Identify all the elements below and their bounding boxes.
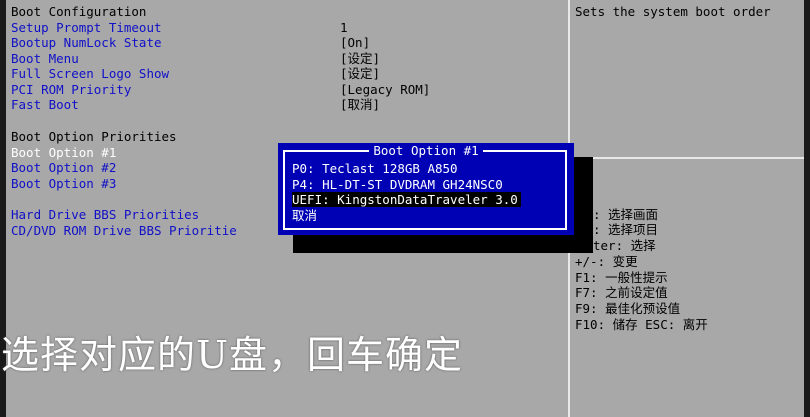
setting-value: [设定] xyxy=(340,66,381,81)
key-legend-item: F10: 储存 ESC: 离开 xyxy=(575,317,708,332)
setting-value: [设定] xyxy=(340,51,381,66)
setting-setup-prompt-timeout[interactable]: Setup Prompt Timeout xyxy=(11,20,162,35)
key-legend-item: : 选择画面 xyxy=(593,207,659,222)
popup-title: Boot Option #1 xyxy=(278,143,574,158)
popup-option-cancel[interactable]: 取消 xyxy=(292,208,317,223)
key-legend-item: ter: 选择 xyxy=(593,238,656,253)
boot-option-2[interactable]: Boot Option #2 xyxy=(11,160,116,175)
hard-drive-bbs-priorities[interactable]: Hard Drive BBS Priorities xyxy=(11,207,199,222)
popup-option-selected[interactable]: UEFI: KingstonDataTraveler 3.0 xyxy=(292,192,521,207)
setting-value: [取消] xyxy=(340,97,381,112)
help-divider xyxy=(570,157,804,159)
key-legend-item: F1: 一般性提示 xyxy=(575,270,668,285)
setting-value: 1 xyxy=(340,20,348,35)
boot-option-3[interactable]: Boot Option #3 xyxy=(11,176,116,191)
popup-option[interactable]: P0: Teclast 128GB A850 xyxy=(292,161,458,176)
help-text: Sets the system boot order xyxy=(575,4,771,19)
setting-boot-menu[interactable]: Boot Menu xyxy=(11,51,79,66)
boot-priorities-heading: Boot Option Priorities xyxy=(11,129,177,144)
key-legend-item: F9: 最佳化预设值 xyxy=(575,301,681,316)
key-legend-item: : 选择项目 xyxy=(593,222,659,237)
key-legend-item: F7: 之前设定值 xyxy=(575,285,668,300)
setting-bootup-numlock[interactable]: Bootup NumLock State xyxy=(11,35,162,50)
setting-value: [Legacy ROM] xyxy=(340,82,431,97)
setting-value: [On] xyxy=(340,35,371,50)
cddvd-bbs-priorities[interactable]: CD/DVD ROM Drive BBS Prioritie xyxy=(11,223,237,238)
boot-option-popup: Boot Option #1 P0: Teclast 128GB A850 P4… xyxy=(278,143,574,235)
boot-configuration-heading: Boot Configuration xyxy=(11,4,147,19)
boot-option-1[interactable]: Boot Option #1 xyxy=(11,145,116,160)
video-subtitle: 选择对应的U盘，回车确定 xyxy=(1,333,464,377)
key-legend-item: +/-: 变更 xyxy=(575,254,638,269)
setting-full-screen-logo[interactable]: Full Screen Logo Show xyxy=(11,66,169,81)
popup-option[interactable]: P4: HL-DT-ST DVDRAM GH24NSC0 xyxy=(292,177,503,192)
setting-fast-boot[interactable]: Fast Boot xyxy=(11,97,79,112)
setting-pci-rom-priority[interactable]: PCI ROM Priority xyxy=(11,82,131,97)
